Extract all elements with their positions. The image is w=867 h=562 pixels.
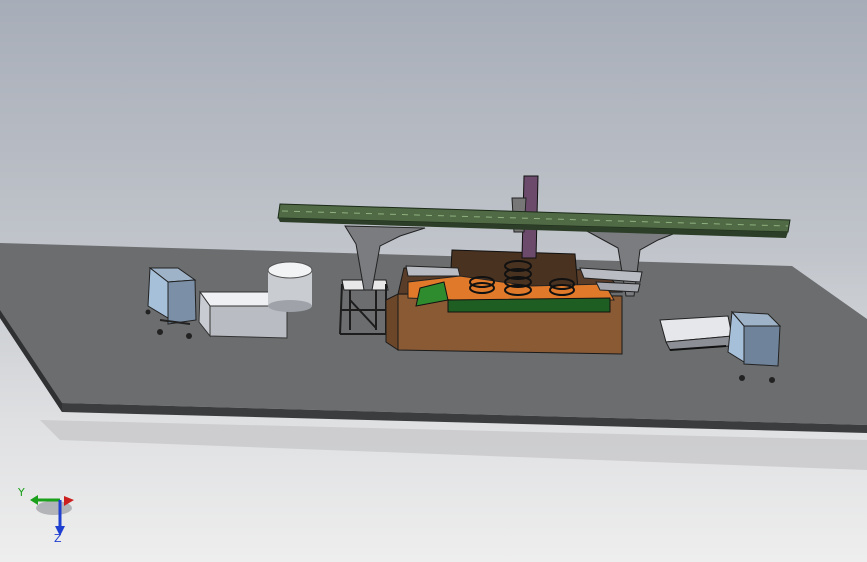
y-axis-head <box>30 495 38 505</box>
round-bucket[interactable] <box>267 261 313 312</box>
model-scene[interactable] <box>0 0 867 562</box>
z-axis-label: Z <box>54 532 62 544</box>
cad-viewport[interactable]: Y Z <box>0 0 867 562</box>
orientation-triad[interactable]: Y Z <box>14 484 84 544</box>
side-rail-left <box>405 265 461 277</box>
conveyor-tray[interactable] <box>659 315 733 351</box>
y-axis-label: Y <box>17 486 25 499</box>
